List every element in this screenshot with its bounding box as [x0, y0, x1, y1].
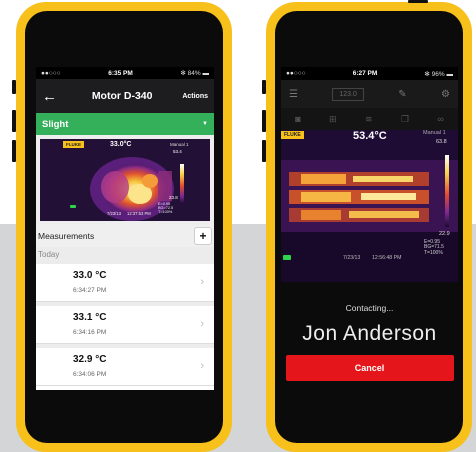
menu-icon[interactable]: ☰: [289, 89, 298, 100]
status-time: 6:35 PM: [108, 69, 133, 77]
phone-right-top-button: [408, 0, 428, 3]
measurement-time: 6:34:27 PM: [73, 287, 107, 294]
thermal-image-card: FLUKE 33.0°C Manual 1 53.4 23.8 7/23/13 …: [36, 135, 214, 225]
contact-name: Jon Anderson: [302, 322, 437, 345]
wireless-icon[interactable]: ≋: [365, 114, 373, 125]
measurement-list: 33.0 °C 6:34:27 PM › 33.1 °C 6:34:16 PM …: [36, 263, 214, 386]
fluke-logo: FLUKE: [63, 141, 84, 148]
battery-indicator: ✻ 96% ▬: [424, 70, 453, 78]
thermal-image-graphic: [281, 130, 458, 282]
capture-time: 12:56:48 PM: [372, 255, 402, 261]
measurement-row[interactable]: 33.0 °C 6:34:27 PM ›: [36, 264, 214, 302]
measurement-time: 6:34:16 PM: [73, 329, 107, 336]
phone-left-side-button: [12, 80, 16, 94]
phone-left-side-button: [12, 140, 16, 162]
severity-dropdown[interactable]: Slight ▼: [36, 113, 214, 135]
phone-right-screen: ●●○○○ 6:27 PM ✻ 96% ▬ ☰ 123.0 ✎ ⚙ ◙ ⊞ ≋ …: [281, 67, 458, 390]
scale-mode-label: Manual 1: [423, 130, 446, 136]
phone-right-side-button: [262, 110, 266, 132]
chevron-right-icon: ›: [200, 360, 204, 372]
status-time: 6:27 PM: [352, 70, 378, 77]
actions-button[interactable]: Actions: [182, 93, 208, 100]
center-temperature: 33.0°C: [110, 141, 132, 148]
scale-max: 53.4: [173, 149, 182, 154]
tool-row: ◙ ⊞ ≋ ❐ ∞: [281, 108, 458, 130]
measurement-value: 33.0 °C: [73, 270, 107, 281]
measurement-value: 33.1 °C: [73, 312, 107, 323]
scale-mode-label: Manual 1: [170, 142, 189, 147]
severity-label: Slight: [42, 118, 69, 130]
scale-max: 63.8: [436, 139, 447, 145]
scale-min: 22.9: [439, 231, 450, 237]
link-icon[interactable]: ∞: [437, 114, 443, 124]
nav-bar: ← Motor D-340 Actions: [36, 79, 214, 113]
capture-date: 7/23/13: [343, 255, 361, 261]
add-icon[interactable]: ⊞: [329, 114, 337, 125]
page-title: Motor D-340: [91, 90, 153, 102]
measurement-time: 6:34:06 PM: [73, 371, 107, 378]
settings-icon[interactable]: ⚙: [441, 89, 450, 100]
center-temperature: 53.4°C: [353, 130, 387, 142]
stage: ●●○○○ 6:35 PM ✻ 84% ▬ ← Motor D-340 Acti…: [0, 0, 476, 452]
camera-toolbar: ☰ 123.0 ✎ ⚙: [281, 80, 458, 108]
call-panel: Contacting... Jon Anderson Cancel: [281, 303, 458, 381]
scale-min: 23.8: [169, 195, 178, 200]
section-header-today: Today: [36, 247, 214, 263]
phone-left-screen: ●●○○○ 6:35 PM ✻ 84% ▬ ← Motor D-340 Acti…: [36, 67, 214, 390]
contacting-status: Contacting...: [345, 303, 394, 313]
emissivity-params: E=0.95 BG=71.5 T=100%: [424, 239, 444, 256]
capture-time: 12:37:53 PM: [127, 211, 151, 216]
measurement-row[interactable]: 33.1 °C 6:34:16 PM ›: [36, 306, 214, 344]
value-field[interactable]: 123.0: [332, 87, 364, 101]
measurement-value: 32.9 °C: [73, 354, 107, 365]
fluke-logo: FLUKE: [281, 131, 304, 139]
status-bar: ●●○○○ 6:35 PM ✻ 84% ▬: [36, 67, 214, 79]
back-arrow-icon[interactable]: ←: [42, 88, 62, 105]
emissivity-params: E=0.95 BG=72.5 T=100%: [158, 202, 174, 215]
thermal-image[interactable]: FLUKE 33.0°C Manual 1 53.4 23.8 7/23/13 …: [40, 139, 210, 221]
signal-indicator: ●●○○○: [41, 69, 61, 77]
measurements-heading: Measurements: [38, 231, 95, 241]
live-thermal-image[interactable]: FLUKE 53.4°C Manual 1 63.8 22.9 7/23/13 …: [281, 130, 458, 282]
signal-indicator: ●●○○○: [286, 70, 306, 77]
measurements-header: Measurements +: [36, 225, 214, 247]
phone-left-side-button: [12, 110, 16, 132]
phone-right-side-button: [262, 80, 266, 94]
status-bar: ●●○○○ 6:27 PM ✻ 96% ▬: [281, 67, 458, 80]
edit-icon[interactable]: ✎: [398, 89, 406, 100]
dropdown-arrow-icon: ▼: [202, 121, 208, 127]
add-measurement-button[interactable]: +: [194, 227, 212, 245]
chevron-right-icon: ›: [200, 276, 204, 288]
capture-date: 7/23/13: [107, 211, 121, 216]
phone-right-side-button: [262, 140, 266, 162]
copy-icon[interactable]: ❐: [401, 114, 409, 125]
thermal-image-graphic: [40, 139, 210, 221]
chevron-right-icon: ›: [200, 318, 204, 330]
cancel-button[interactable]: Cancel: [285, 355, 454, 381]
battery-indicator: ✻ 84% ▬: [180, 70, 209, 77]
measurement-row[interactable]: 32.9 °C 6:34:06 PM ›: [36, 348, 214, 386]
camera-icon[interactable]: ◙: [295, 114, 300, 124]
